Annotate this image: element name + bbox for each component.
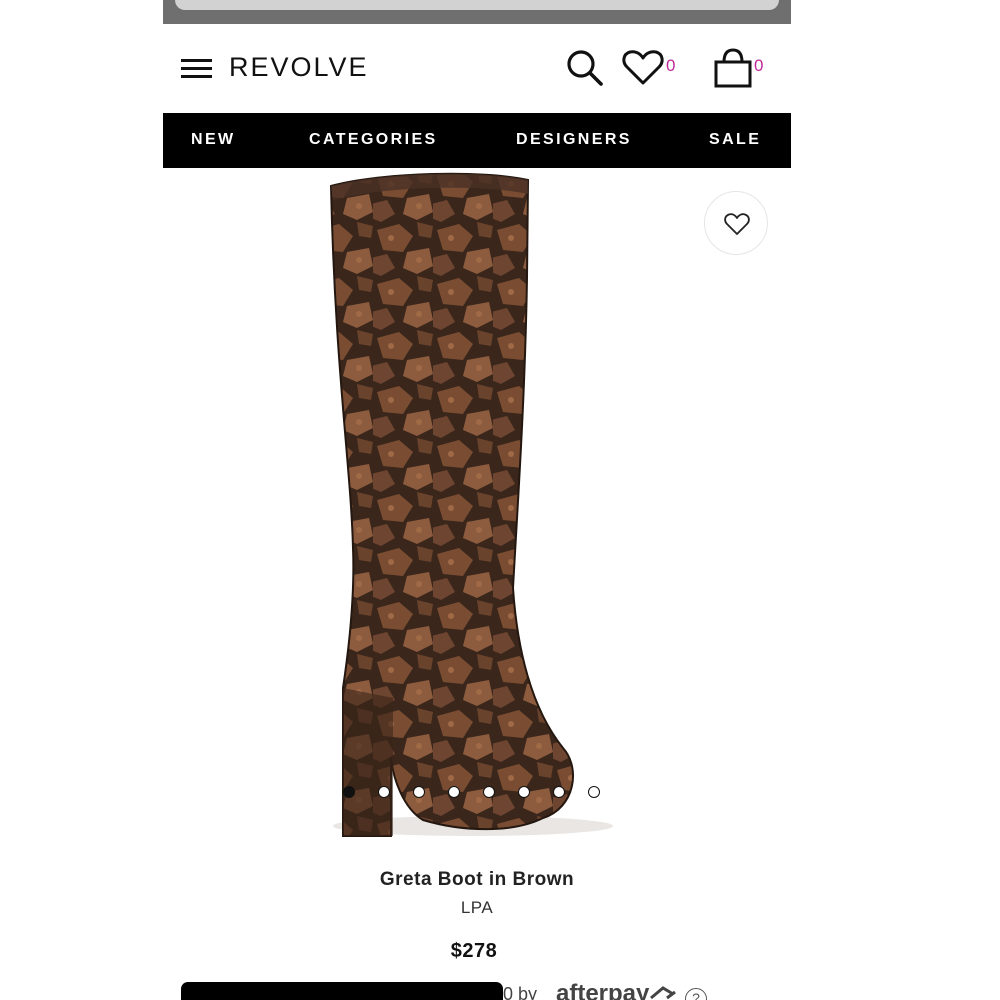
bag-count: 0 xyxy=(754,56,764,75)
gallery-dot[interactable] xyxy=(343,786,355,798)
product-price: $278 xyxy=(450,940,498,962)
afterpay-row: 0 by afterpay ? xyxy=(181,980,781,1000)
browser-bar xyxy=(163,0,791,24)
site-header: REVOLVE 0 0 xyxy=(163,24,791,113)
help-icon[interactable]: ? xyxy=(685,988,707,1000)
gallery-dot[interactable] xyxy=(483,786,495,798)
wishlist-count: 0 xyxy=(666,56,676,75)
nav-item-sale[interactable]: SALE xyxy=(709,131,761,149)
gallery-dot[interactable] xyxy=(413,786,425,798)
gallery-dot[interactable] xyxy=(553,786,565,798)
hamburger-menu-icon[interactable] xyxy=(181,59,212,79)
url-bar[interactable] xyxy=(175,0,779,10)
redaction-bar xyxy=(181,982,503,1000)
add-to-favorites-button[interactable] xyxy=(704,191,768,255)
gallery-dot[interactable] xyxy=(448,786,460,798)
heart-icon[interactable] xyxy=(622,50,664,86)
afterpay-logo: afterpay xyxy=(556,980,650,1000)
shopping-bag-icon[interactable] xyxy=(713,48,753,88)
nav-item-new[interactable]: NEW xyxy=(191,131,236,149)
mobile-viewport: REVOLVE 0 0 NEW CATEGORIES DESIGNERS SAL… xyxy=(163,0,791,1000)
search-icon[interactable] xyxy=(565,48,605,88)
installments-text: 0 by xyxy=(503,984,538,1000)
gallery-dot[interactable] xyxy=(378,786,390,798)
gallery-pagination xyxy=(343,786,613,800)
product-image[interactable] xyxy=(313,168,643,848)
afterpay-arrow-icon xyxy=(650,986,676,1000)
heart-icon xyxy=(724,213,750,235)
gallery-dot[interactable] xyxy=(588,786,600,798)
main-nav: NEW CATEGORIES DESIGNERS SALE xyxy=(163,113,791,168)
site-logo[interactable]: REVOLVE xyxy=(229,52,369,83)
product-gallery[interactable] xyxy=(163,168,791,848)
product-brand[interactable]: LPA xyxy=(163,898,791,918)
gallery-dot[interactable] xyxy=(518,786,530,798)
nav-item-categories[interactable]: CATEGORIES xyxy=(309,131,438,149)
nav-item-designers[interactable]: DESIGNERS xyxy=(516,131,632,149)
product-title: Greta Boot in Brown xyxy=(379,869,575,890)
